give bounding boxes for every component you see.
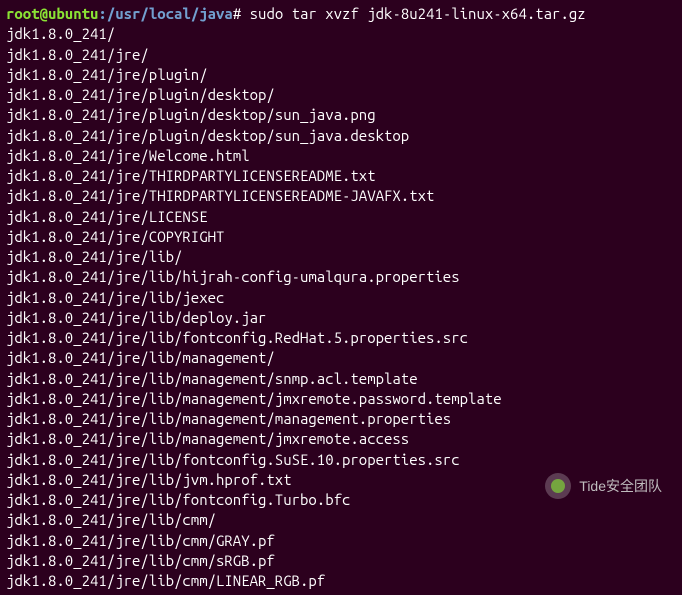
watermark-text: Tide安全团队 [579, 477, 662, 496]
output-line: jdk1.8.0_241/jre/plugin/desktop/sun_java… [6, 105, 676, 125]
output-line: jdk1.8.0_241/jre/lib/cmm/ [6, 510, 676, 530]
output-line: jdk1.8.0_241/jre/lib/management/manageme… [6, 409, 676, 429]
output-line: jdk1.8.0_241/jre/lib/management/snmp.acl… [6, 369, 676, 389]
prompt-symbol: # [233, 5, 250, 22]
output-line: jdk1.8.0_241/jre/THIRDPARTYLICENSEREADME… [6, 166, 676, 186]
output-line: jdk1.8.0_241/jre/THIRDPARTYLICENSEREADME… [6, 186, 676, 206]
output-line: jdk1.8.0_241/jre/lib/ [6, 247, 676, 267]
command-line: root@ubuntu:/usr/local/java# sudo tar xv… [6, 4, 676, 24]
output-line: jdk1.8.0_241/jre/lib/fontconfig.SuSE.10.… [6, 450, 676, 470]
wechat-icon [545, 473, 571, 499]
output-line: jdk1.8.0_241/jre/lib/cmm/sRGB.pf [6, 551, 676, 571]
terminal-output: jdk1.8.0_241/jdk1.8.0_241/jre/jdk1.8.0_2… [6, 24, 676, 591]
output-line: jdk1.8.0_241/jre/lib/cmm/GRAY.pf [6, 531, 676, 551]
output-line: jdk1.8.0_241/jre/lib/management/jmxremot… [6, 429, 676, 449]
output-line: jdk1.8.0_241/jre/lib/jexec [6, 288, 676, 308]
output-line: jdk1.8.0_241/jre/lib/hijrah-config-umalq… [6, 267, 676, 287]
prompt-path: /usr/local/java [107, 5, 233, 22]
output-line: jdk1.8.0_241/jre/LICENSE [6, 207, 676, 227]
output-line: jdk1.8.0_241/jre/plugin/desktop/ [6, 85, 676, 105]
prompt-user-host: root@ubuntu [6, 5, 98, 22]
output-line: jdk1.8.0_241/jre/lib/management/jmxremot… [6, 389, 676, 409]
output-line: jdk1.8.0_241/jre/lib/management/ [6, 348, 676, 368]
command-text: sudo tar xvzf jdk-8u241-linux-x64.tar.gz [250, 5, 586, 22]
output-line: jdk1.8.0_241/jre/plugin/ [6, 65, 676, 85]
output-line: jdk1.8.0_241/jre/ [6, 45, 676, 65]
output-line: jdk1.8.0_241/ [6, 24, 676, 44]
output-line: jdk1.8.0_241/jre/Welcome.html [6, 146, 676, 166]
prompt-separator: : [98, 5, 106, 22]
output-line: jdk1.8.0_241/jre/plugin/desktop/sun_java… [6, 126, 676, 146]
terminal-window[interactable]: root@ubuntu:/usr/local/java# sudo tar xv… [0, 0, 682, 595]
output-line: jdk1.8.0_241/jre/lib/deploy.jar [6, 308, 676, 328]
output-line: jdk1.8.0_241/jre/lib/fontconfig.RedHat.5… [6, 328, 676, 348]
watermark: Tide安全团队 [545, 473, 662, 499]
output-line: jdk1.8.0_241/jre/lib/cmm/LINEAR_RGB.pf [6, 571, 676, 591]
output-line: jdk1.8.0_241/jre/COPYRIGHT [6, 227, 676, 247]
